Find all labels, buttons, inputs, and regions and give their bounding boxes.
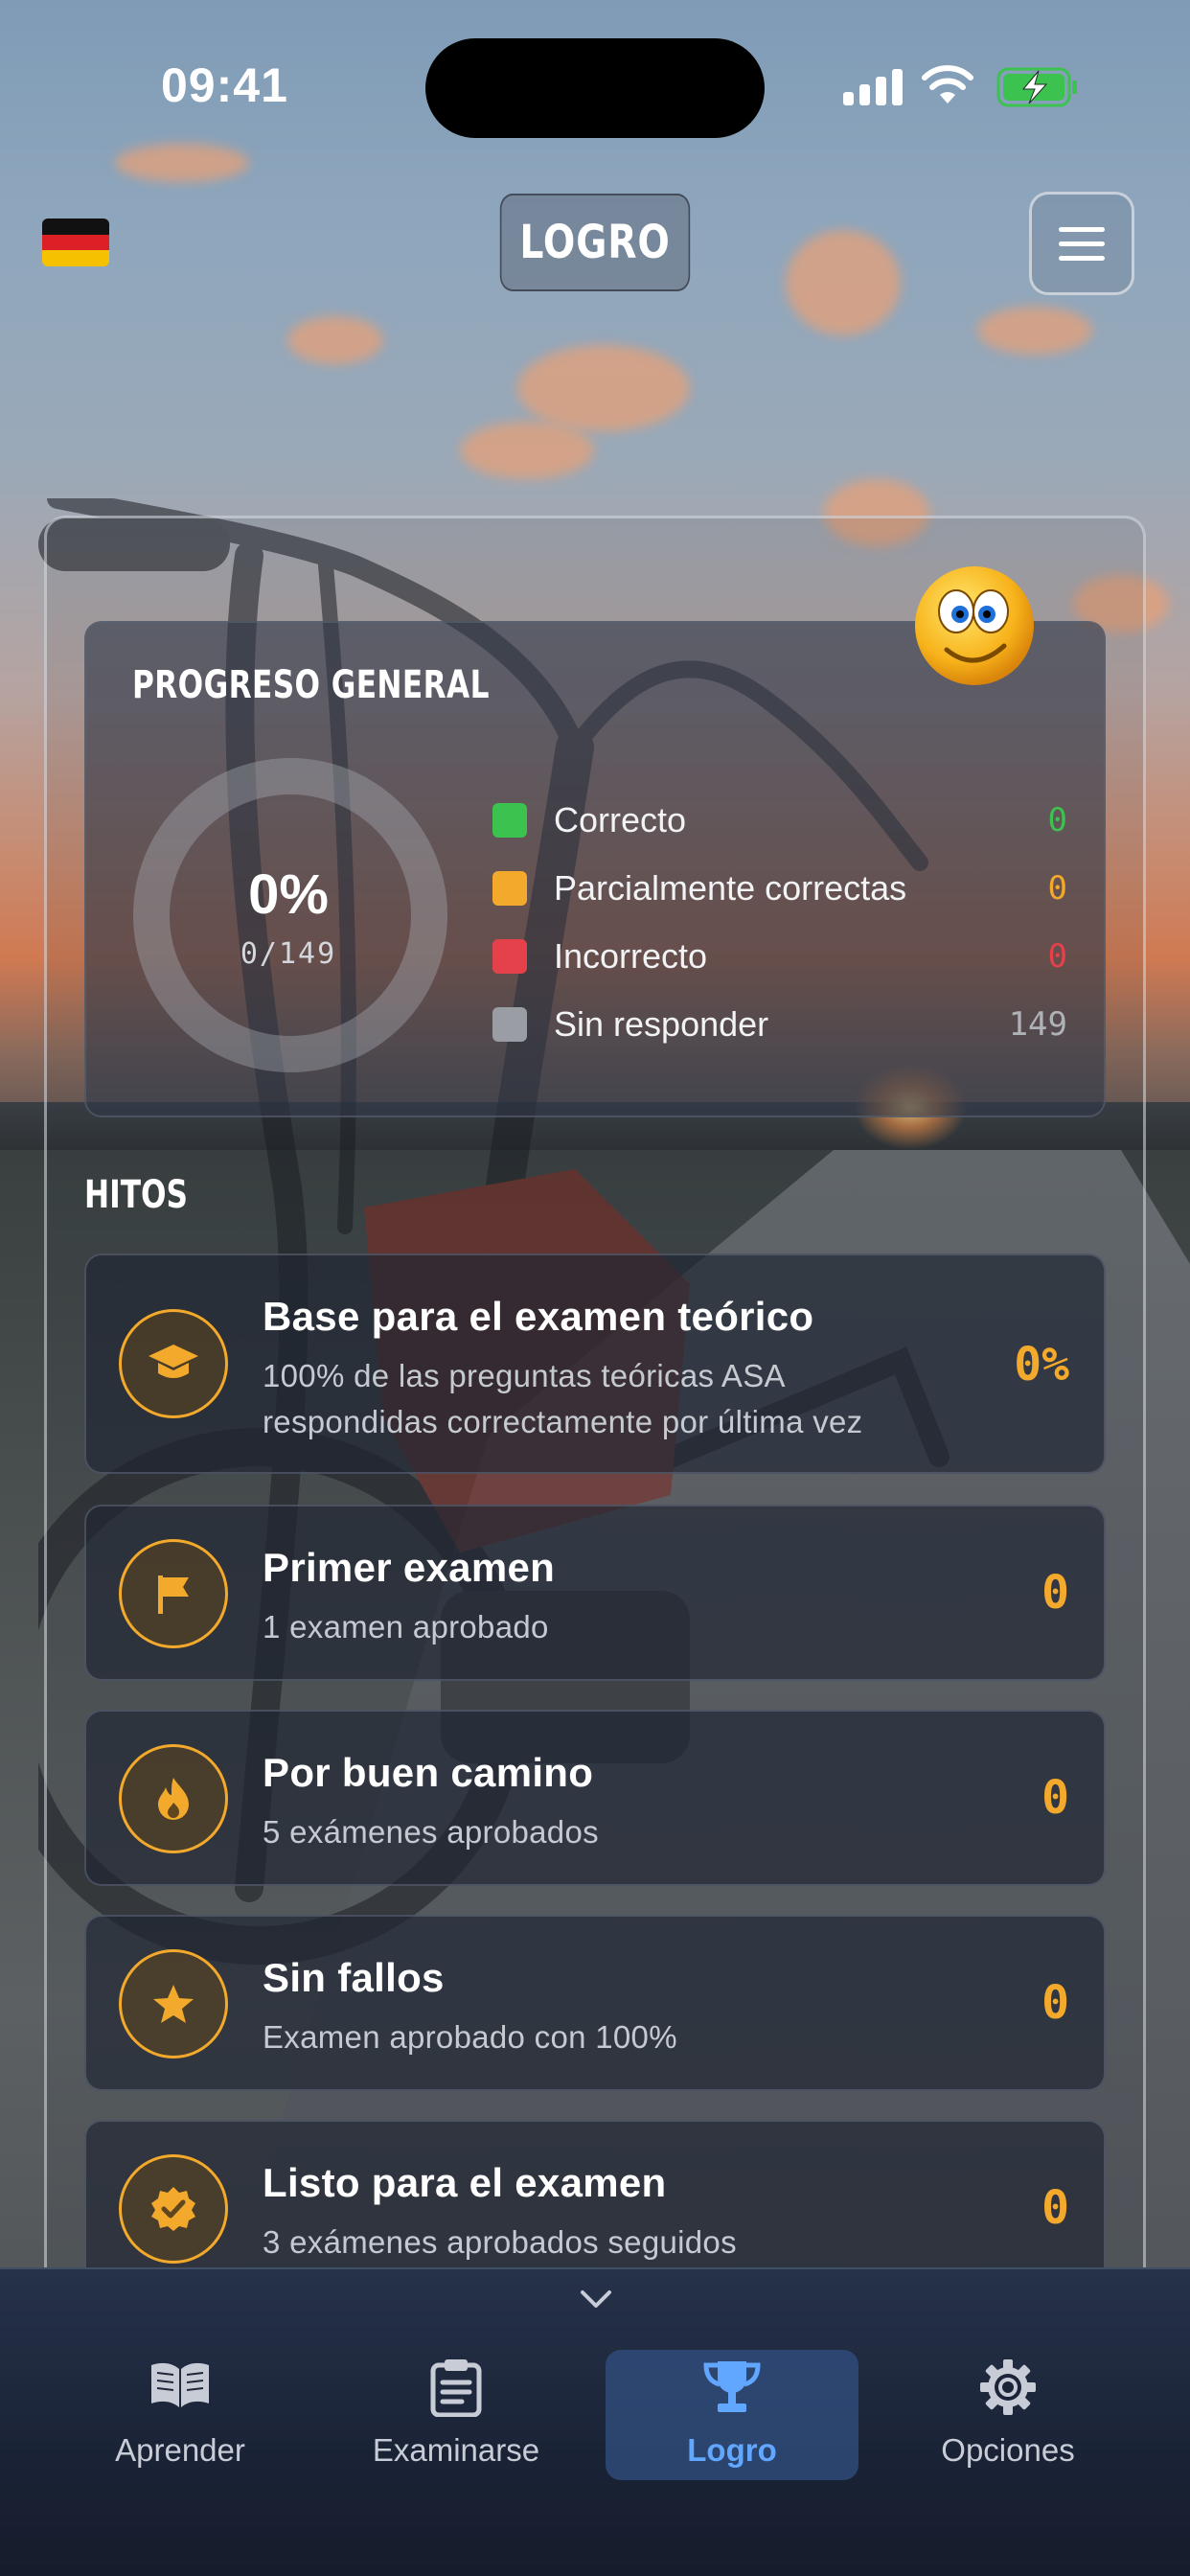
menu-line [1059, 241, 1105, 246]
graduation-cap-icon [119, 1309, 228, 1418]
legend-row-incorrect: Incorrecto 0 [492, 922, 1067, 990]
battery-charging-icon [996, 67, 1077, 107]
legend-label: Correcto [554, 799, 687, 840]
milestone-title: Base para el examen teórico [263, 1294, 814, 1339]
tab-aprender[interactable]: Aprender [54, 2350, 307, 2480]
cloud [517, 345, 690, 431]
legend-label: Incorrecto [554, 935, 708, 976]
book-icon [54, 2358, 307, 2421]
milestone-card-theory-base[interactable]: Base para el examen teórico 100% de las … [84, 1254, 1106, 1474]
badge-check-icon [119, 2154, 228, 2264]
status-time: 09:41 [161, 58, 288, 112]
chevron-down-icon[interactable] [579, 2285, 613, 2312]
tab-label: Logro [687, 2432, 777, 2468]
milestone-desc: 100% de las preguntas teóricas ASA [263, 1358, 786, 1393]
milestone-desc: 3 exámenes aprobados seguidos [263, 2224, 737, 2260]
legend-value: 0 [1047, 800, 1067, 840]
dynamic-island [425, 38, 765, 138]
legend-row-correct: Correcto 0 [492, 786, 1067, 854]
smiley-mascot-icon [915, 566, 1034, 685]
tab-label: Opciones [941, 2432, 1075, 2468]
legend-swatch-red [492, 938, 527, 974]
cloud [786, 230, 901, 335]
milestone-card-no-errors[interactable]: Sin fallos Examen aprobado con 100% 0 [84, 1915, 1106, 2091]
legend-swatch-orange [492, 870, 527, 906]
cloud [460, 422, 594, 479]
milestone-value: 0 [1041, 1976, 1069, 2030]
milestone-desc: Examen aprobado con 100% [263, 2019, 677, 2055]
legend-label: Parcialmente correctas [554, 867, 907, 908]
legend-value: 0 [1047, 936, 1067, 976]
trophy-icon [606, 2358, 858, 2421]
milestone-title: Por buen camino [263, 1750, 594, 1795]
milestone-value: 0 [1041, 1566, 1069, 1620]
german-flag-icon[interactable] [42, 218, 109, 266]
legend-swatch-green [492, 802, 527, 838]
page-title: LOGRO [499, 194, 691, 291]
fire-icon [119, 1744, 228, 1853]
wifi-icon [922, 65, 973, 104]
cloud [287, 316, 383, 364]
legend-row-unanswered: Sin responder 149 [492, 990, 1067, 1058]
hamburger-menu-button[interactable] [1029, 192, 1134, 295]
legend-value: 0 [1047, 868, 1067, 908]
milestone-desc: respondidas correctamente por última vez [263, 1404, 863, 1439]
progress-count: 0/149 [240, 937, 337, 971]
milestone-desc: 5 exámenes aprobados [263, 1814, 599, 1850]
tab-opciones[interactable]: Opciones [881, 2350, 1134, 2480]
legend-row-partial: Parcialmente correctas 0 [492, 854, 1067, 922]
tab-logro[interactable]: Logro [606, 2350, 858, 2480]
menu-line [1059, 226, 1105, 232]
legend-label: Sin responder [554, 1003, 769, 1044]
milestone-card-first-exam[interactable]: Primer examen 1 examen aprobado 0 [84, 1505, 1106, 1681]
cellular-signal-icon [843, 67, 903, 105]
tab-examinarse[interactable]: Examinarse [330, 2350, 583, 2480]
milestone-card-on-track[interactable]: Por buen camino 5 exámenes aprobados 0 [84, 1710, 1106, 1886]
overall-progress-title: PROGRESO GENERAL [132, 663, 490, 707]
cloud [977, 307, 1092, 355]
flag-icon [119, 1539, 228, 1648]
milestone-title: Primer examen [263, 1545, 556, 1590]
tab-label: Examinarse [372, 2432, 540, 2468]
milestone-title: Sin fallos [263, 1955, 445, 2000]
menu-line [1059, 255, 1105, 261]
gear-icon [881, 2358, 1134, 2421]
milestone-value: 0 [1041, 1771, 1069, 1825]
clipboard-icon [330, 2358, 583, 2421]
progress-percent: 0% [248, 863, 329, 926]
tab-label: Aprender [115, 2432, 245, 2468]
milestone-desc: 1 examen aprobado [263, 1609, 549, 1644]
legend-value: 149 [1008, 1004, 1067, 1044]
progress-legend: Correcto 0 Parcialmente correctas 0 Inco… [492, 786, 1067, 1058]
milestone-value: 0 [1041, 2181, 1069, 2235]
status-bar: 09:41 [0, 0, 1190, 172]
milestone-title: Listo para el examen [263, 2160, 667, 2205]
legend-swatch-gray [492, 1006, 527, 1042]
star-icon [119, 1949, 228, 2058]
milestones-title: HITOS [84, 1173, 189, 1217]
bottom-tab-bar: Aprender Examinarse Logro Opciones [0, 2267, 1190, 2576]
milestone-value: 0% [1014, 1338, 1069, 1392]
